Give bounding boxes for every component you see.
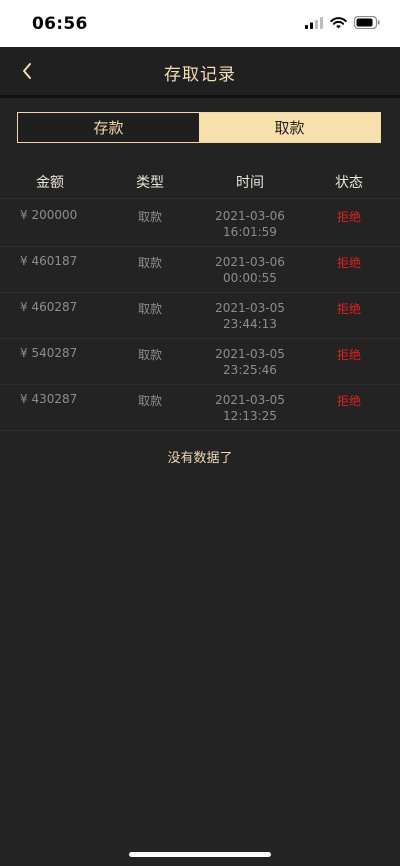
row-type: 取款	[137, 348, 163, 362]
row-time: 2021-03-05 12:13:25	[215, 392, 285, 424]
battery-icon	[354, 16, 380, 29]
row-date: 2021-03-05	[215, 393, 285, 407]
row-clock: 23:25:46	[223, 363, 277, 377]
row-clock: 23:44:13	[223, 317, 277, 331]
row-date: 2021-03-05	[215, 347, 285, 361]
row-status: 拒绝	[336, 210, 362, 224]
column-header-type: 类型	[136, 175, 164, 191]
row-amount: ¥ 460287	[20, 300, 78, 314]
row-date: 2021-03-06	[215, 255, 285, 269]
column-header-status: 状态	[335, 175, 363, 191]
home-indicator[interactable]	[129, 852, 271, 857]
status-time: 06:56	[32, 14, 88, 34]
row-date: 2021-03-05	[215, 301, 285, 315]
column-header-amount: 金额	[36, 175, 64, 191]
no-more-data-message: 没有数据了	[167, 451, 233, 466]
row-time: 2021-03-06 00:00:55	[215, 254, 285, 286]
nav-header: 存取记录	[0, 47, 400, 98]
row-status: 拒绝	[336, 256, 362, 270]
row-time: 2021-03-05 23:44:13	[215, 300, 285, 332]
signal-icon	[305, 16, 323, 29]
row-amount: ¥ 540287	[20, 346, 78, 360]
row-date: 2021-03-06	[215, 209, 285, 223]
table-header: 金额 类型 时间 状态	[0, 168, 400, 199]
record-type-tabs: 存款 取款	[17, 112, 381, 143]
wifi-icon	[330, 16, 347, 28]
table-row: ¥ 540287 取款 2021-03-05 23:25:46 拒绝	[0, 338, 400, 385]
row-time: 2021-03-05 23:25:46	[215, 346, 285, 378]
tab-withdraw[interactable]: 取款	[199, 113, 380, 142]
row-status: 拒绝	[336, 348, 362, 362]
row-amount: ¥ 200000	[20, 208, 78, 222]
row-amount: ¥ 460187	[20, 254, 78, 268]
row-amount: ¥ 430287	[20, 392, 78, 406]
row-status: 拒绝	[336, 394, 362, 408]
status-icons	[305, 16, 380, 29]
column-header-time: 时间	[236, 175, 264, 191]
row-time: 2021-03-06 16:01:59	[215, 208, 285, 240]
row-type: 取款	[137, 302, 163, 316]
table-row: ¥ 460287 取款 2021-03-05 23:44:13 拒绝	[0, 292, 400, 339]
row-clock: 12:13:25	[223, 409, 277, 423]
tab-deposit[interactable]: 存款	[18, 113, 199, 142]
table-row: ¥ 460187 取款 2021-03-06 00:00:55 拒绝	[0, 246, 400, 293]
row-type: 取款	[137, 210, 163, 224]
row-status: 拒绝	[336, 302, 362, 316]
status-bar: 06:56	[0, 0, 400, 47]
app-screen: 06:56 存取记录 存款 取款 金额 类型 时间 状态 ¥ 200000 取款…	[0, 0, 400, 866]
page-title: 存取记录	[164, 65, 236, 85]
row-clock: 16:01:59	[223, 225, 277, 239]
table-row: ¥ 430287 取款 2021-03-05 12:13:25 拒绝	[0, 384, 400, 431]
row-clock: 00:00:55	[223, 271, 277, 285]
row-type: 取款	[137, 394, 163, 408]
row-type: 取款	[137, 256, 163, 270]
table-row: ¥ 200000 取款 2021-03-06 16:01:59 拒绝	[0, 200, 400, 247]
